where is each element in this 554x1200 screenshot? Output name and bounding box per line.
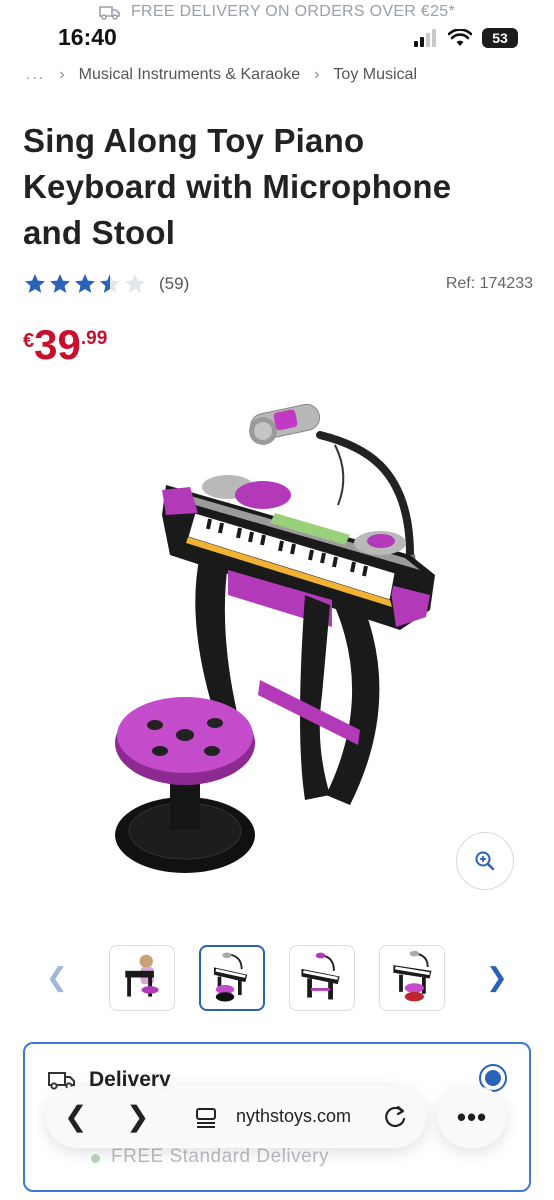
- price-currency: €: [23, 330, 35, 352]
- radio-selected-dot: [485, 1070, 501, 1086]
- tabs-overview-icon[interactable]: [194, 1106, 218, 1130]
- product-price: € 39 .99: [23, 322, 107, 368]
- star-icon: [125, 274, 145, 293]
- star-icon: [50, 274, 70, 293]
- url-text[interactable]: nythstoys.com: [236, 1106, 351, 1127]
- thumbnail-image: [213, 952, 248, 1002]
- more-options-button[interactable]: •••: [438, 1086, 506, 1148]
- breadcrumb: ... › Musical Instruments & Karaoke › To…: [26, 66, 417, 84]
- thumbnail[interactable]: [289, 945, 355, 1011]
- rating-row: (59) Ref: 174233: [23, 272, 533, 296]
- thumbnail[interactable]: [109, 945, 175, 1011]
- browser-forward-button[interactable]: ❯: [126, 1100, 149, 1133]
- breadcrumb-ellipsis[interactable]: ...: [26, 66, 45, 84]
- product-title-line: Keyboard with Microphone: [23, 168, 452, 205]
- thumbnail-gallery: ❮ ❯: [0, 945, 554, 1011]
- product-title-line: Sing Along Toy Piano: [23, 122, 365, 159]
- thumbnail[interactable]: [379, 945, 445, 1011]
- status-dot: [91, 1154, 100, 1163]
- thumbnail-image: [125, 954, 159, 997]
- battery-icon: 53: [482, 28, 518, 48]
- product-image[interactable]: [100, 395, 460, 905]
- chevron-right-icon: ›: [314, 66, 320, 83]
- thumbnail-active[interactable]: [199, 945, 265, 1011]
- price-integer: 39: [34, 321, 81, 368]
- signal-icon: [414, 29, 436, 47]
- thumbnail-image: [301, 952, 340, 1000]
- browser-toolbar: ❮ ❯ nythstoys.com: [46, 1086, 426, 1148]
- price-decimal: .99: [80, 328, 108, 349]
- chevron-right-icon: ›: [59, 66, 65, 83]
- star-icon: [25, 274, 45, 293]
- breadcrumb-item[interactable]: Musical Instruments & Karaoke: [79, 66, 300, 84]
- review-count[interactable]: (59): [159, 274, 189, 294]
- browser-back-button[interactable]: ❮: [64, 1100, 87, 1133]
- gallery-prev-button[interactable]: ❮: [46, 962, 68, 993]
- product-title-line: and Stool: [23, 214, 176, 251]
- star-rating[interactable]: [23, 272, 147, 296]
- status-bar: 16:40 53: [0, 22, 554, 56]
- thumbnail-image: [393, 950, 432, 1002]
- clock: 16:40: [58, 24, 117, 50]
- gallery-next-button[interactable]: ❯: [486, 962, 508, 993]
- promo-banner: FREE DELIVERY ON ORDERS OVER €25*: [0, 0, 554, 24]
- product-ref: Ref: 174233: [445, 275, 533, 292]
- delivery-truck-icon: [99, 6, 120, 20]
- free-delivery-text: FREE Standard Delivery: [111, 1146, 329, 1167]
- breadcrumb-item[interactable]: Toy Musical: [333, 66, 417, 84]
- zoom-in-icon: [475, 851, 495, 871]
- product-title: Sing Along Toy Piano Keyboard with Micro…: [23, 118, 533, 256]
- promo-text: FREE DELIVERY ON ORDERS OVER €25*: [130, 3, 456, 20]
- zoom-button[interactable]: [456, 832, 514, 890]
- reload-icon[interactable]: [382, 1104, 408, 1130]
- star-icon: [100, 274, 120, 293]
- wifi-icon: [448, 29, 472, 46]
- star-icon: [75, 274, 95, 293]
